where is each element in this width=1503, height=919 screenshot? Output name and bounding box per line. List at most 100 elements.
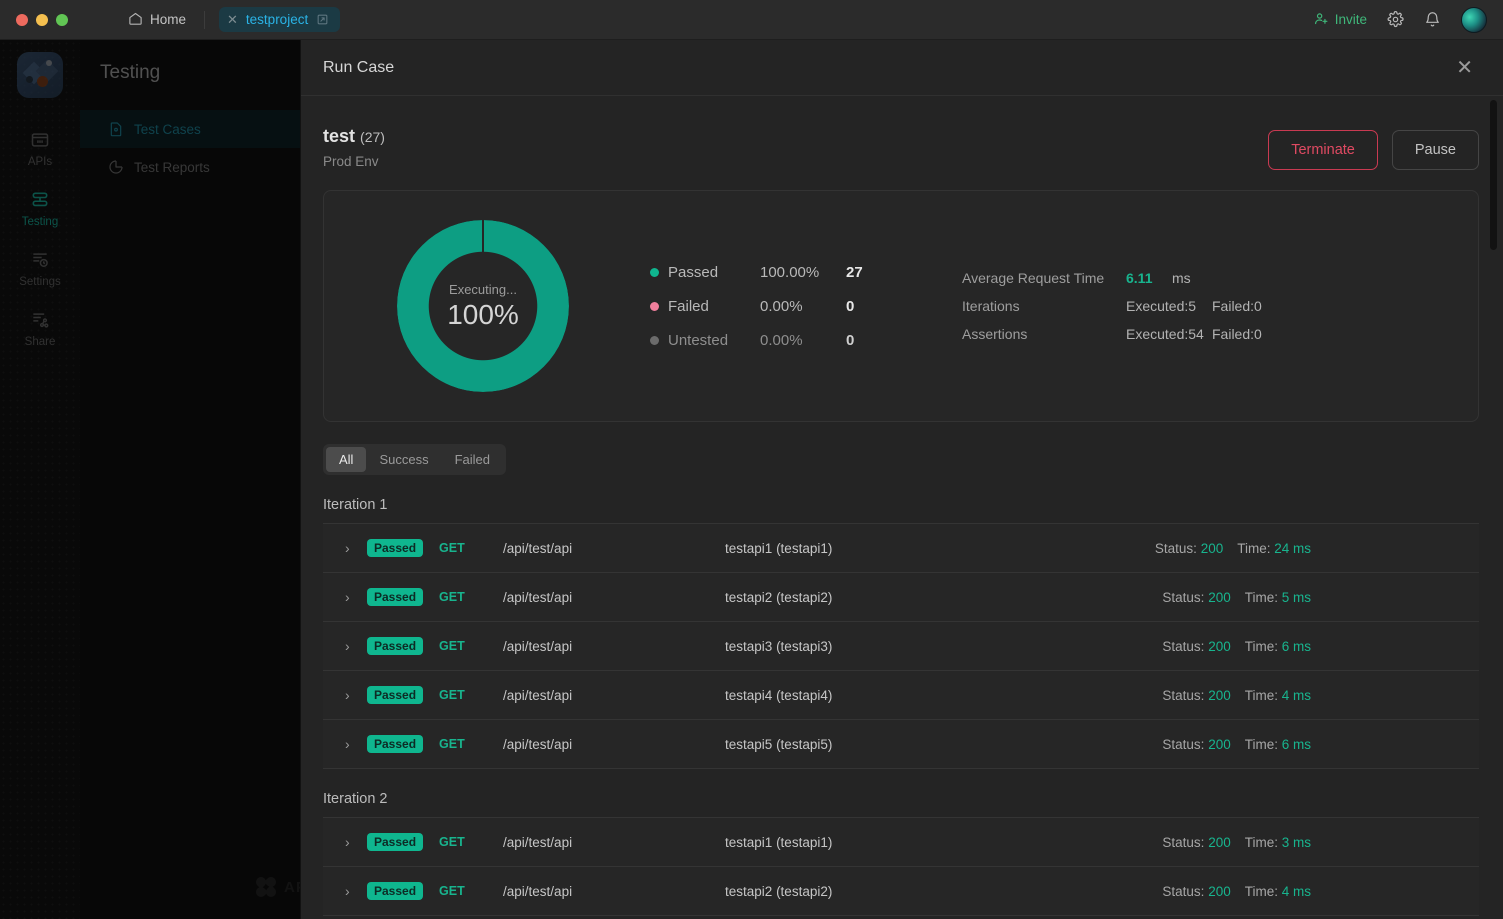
filter-tab-success[interactable]: Success	[366, 447, 441, 472]
gear-icon[interactable]	[1387, 11, 1404, 28]
table-row[interactable]: › Passed GET/api/test/api testapi4 (testapi…	[323, 671, 1479, 720]
table-row[interactable]: › Passed GET/api/test/api testapi2 (testapi…	[323, 573, 1479, 622]
iteration-rows-1: › Passed GET/api/test/api testapi1 (testapi…	[323, 523, 1479, 769]
response-status: Status: 200	[1162, 737, 1230, 752]
response-time-value: 5 ms	[1281, 589, 1311, 605]
response-time-value: 6 ms	[1281, 638, 1311, 654]
iteration-rows-2: › Passed GET/api/test/api testapi1 (testapi…	[323, 817, 1479, 916]
row-metrics: Status: 200 Time: 6 ms	[1162, 639, 1479, 654]
response-time-label: Time:	[1244, 736, 1278, 752]
filter-tab-all[interactable]: All	[326, 447, 367, 472]
rail-item-share[interactable]: Share	[0, 296, 80, 356]
case-identity: test (27) Prod Env	[323, 126, 385, 169]
project-tab[interactable]: ✕ testproject	[219, 7, 341, 32]
request-method: GET	[439, 737, 465, 751]
metric-avg-unit: ms	[1172, 270, 1191, 286]
maximize-window-button[interactable]	[56, 13, 68, 26]
response-status-value: 200	[1208, 834, 1231, 850]
tab-close-icon[interactable]: ✕	[227, 13, 238, 26]
vertical-scrollbar[interactable]	[1490, 100, 1497, 250]
request-path: /api/test/api	[503, 687, 573, 703]
filter-tab-failed[interactable]: Failed	[442, 447, 503, 472]
donut-percent-text: 100%	[447, 298, 519, 330]
status-badge: Passed	[367, 833, 424, 851]
untested-color-dot	[650, 335, 659, 345]
external-link-icon[interactable]	[316, 13, 329, 26]
secondary-nav-list: Test Cases Test Reports	[80, 110, 300, 186]
avatar[interactable]	[1461, 6, 1487, 33]
invite-button[interactable]: Invite	[1314, 11, 1367, 29]
home-tab[interactable]: Home	[120, 7, 194, 33]
request-method: GET	[439, 639, 465, 653]
table-row[interactable]: › Passed GET/api/test/api testapi2 (testapi…	[323, 867, 1479, 916]
legend-count-failed: 0	[846, 297, 855, 315]
response-status-value: 200	[1200, 540, 1224, 556]
response-time: Time: 6 ms	[1245, 737, 1311, 752]
response-status: Status: 200	[1162, 590, 1230, 605]
request-path: /api/test/api	[503, 638, 573, 654]
rail-item-settings[interactable]: Settings	[0, 236, 80, 296]
drawer-title: Run Case	[323, 58, 395, 76]
metric-average-request-time: Average Request Time 6.11 ms	[962, 268, 1262, 289]
sidebar-item-test-reports[interactable]: Test Reports	[80, 148, 300, 186]
response-time-label: Time:	[1244, 834, 1278, 850]
table-row[interactable]: › Passed GET/api/test/api testapi5 (testapi…	[323, 720, 1479, 769]
chevron-right-icon[interactable]: ›	[345, 883, 367, 899]
metric-iterations-label: Iterations	[962, 298, 1020, 314]
chevron-right-icon[interactable]: ›	[345, 834, 367, 850]
close-window-button[interactable]	[16, 13, 28, 26]
primary-nav-rail: APIs Testing Settings Share	[0, 40, 80, 919]
status-badge: Passed	[367, 686, 424, 704]
request-name: testapi4 (testapi4)	[725, 687, 833, 703]
response-status-label: Status:	[1162, 883, 1205, 899]
sidebar-item-test-reports-label: Test Reports	[134, 159, 210, 175]
table-row[interactable]: › Passed GET/api/test/api testapi1 (testapi…	[323, 524, 1479, 573]
result-filter-tabs: All Success Failed	[323, 444, 507, 475]
sidebar-item-test-cases[interactable]: Test Cases	[80, 110, 300, 148]
metric-iterations: Iterations Executed:5 Failed:0	[962, 296, 1262, 317]
metric-iterations-executed: Executed:5	[1126, 298, 1197, 314]
response-status-label: Status:	[1162, 638, 1205, 654]
rail-item-testing[interactable]: Testing	[0, 176, 80, 236]
legend-count-untested: 0	[846, 331, 855, 349]
legend-label-passed: Passed	[668, 263, 719, 281]
case-environment: Prod Env	[323, 154, 379, 169]
request-name: testapi1 (testapi1)	[725, 834, 833, 850]
sidebar-item-test-cases-label: Test Cases	[134, 121, 201, 137]
window-controls[interactable]	[0, 13, 68, 26]
drawer-header: Run Case ✕	[301, 40, 1503, 96]
request-method: GET	[439, 541, 465, 555]
response-time-value: 4 ms	[1281, 687, 1311, 703]
chevron-right-icon[interactable]: ›	[345, 638, 367, 654]
iteration-title-2: Iteration 2	[323, 791, 388, 807]
drawer-body: test (27) Prod Env Terminate Pause Execu…	[301, 96, 1503, 919]
response-time: Time: 24 ms	[1237, 541, 1311, 556]
chevron-right-icon[interactable]: ›	[345, 589, 367, 605]
chevron-right-icon[interactable]: ›	[345, 736, 367, 752]
response-status-value: 200	[1208, 589, 1231, 605]
request-path: /api/test/api	[503, 834, 573, 850]
apidog-logo-icon	[253, 874, 279, 900]
pie-chart-icon	[108, 159, 124, 175]
chevron-right-icon[interactable]: ›	[345, 540, 367, 556]
chevron-right-icon[interactable]: ›	[345, 687, 367, 703]
rail-item-apis[interactable]: APIs	[0, 116, 80, 176]
legend-percent-failed: 0.00%	[760, 297, 803, 315]
request-name: testapi2 (testapi2)	[725, 589, 833, 605]
response-status: Status: 200	[1162, 884, 1230, 899]
terminate-button[interactable]: Terminate	[1268, 130, 1378, 170]
bell-icon[interactable]	[1424, 11, 1441, 28]
rail-item-testing-label: Testing	[21, 216, 59, 228]
table-row[interactable]: › Passed GET/api/test/api testapi3 (testapi…	[323, 622, 1479, 671]
legend-percent-untested: 0.00%	[760, 331, 803, 349]
metric-iterations-failed: Failed:0	[1212, 298, 1262, 314]
table-row[interactable]: › Passed GET/api/test/api testapi1 (testapi…	[323, 818, 1479, 867]
response-status-value: 200	[1208, 736, 1231, 752]
iteration-title-1: Iteration 1	[323, 497, 388, 513]
response-status: Status: 200	[1162, 835, 1230, 850]
app-logo-icon[interactable]	[17, 52, 63, 98]
pause-button[interactable]: Pause	[1391, 130, 1479, 170]
minimize-window-button[interactable]	[36, 13, 48, 26]
close-icon[interactable]: ✕	[1450, 54, 1479, 82]
response-time-label: Time:	[1244, 638, 1278, 654]
